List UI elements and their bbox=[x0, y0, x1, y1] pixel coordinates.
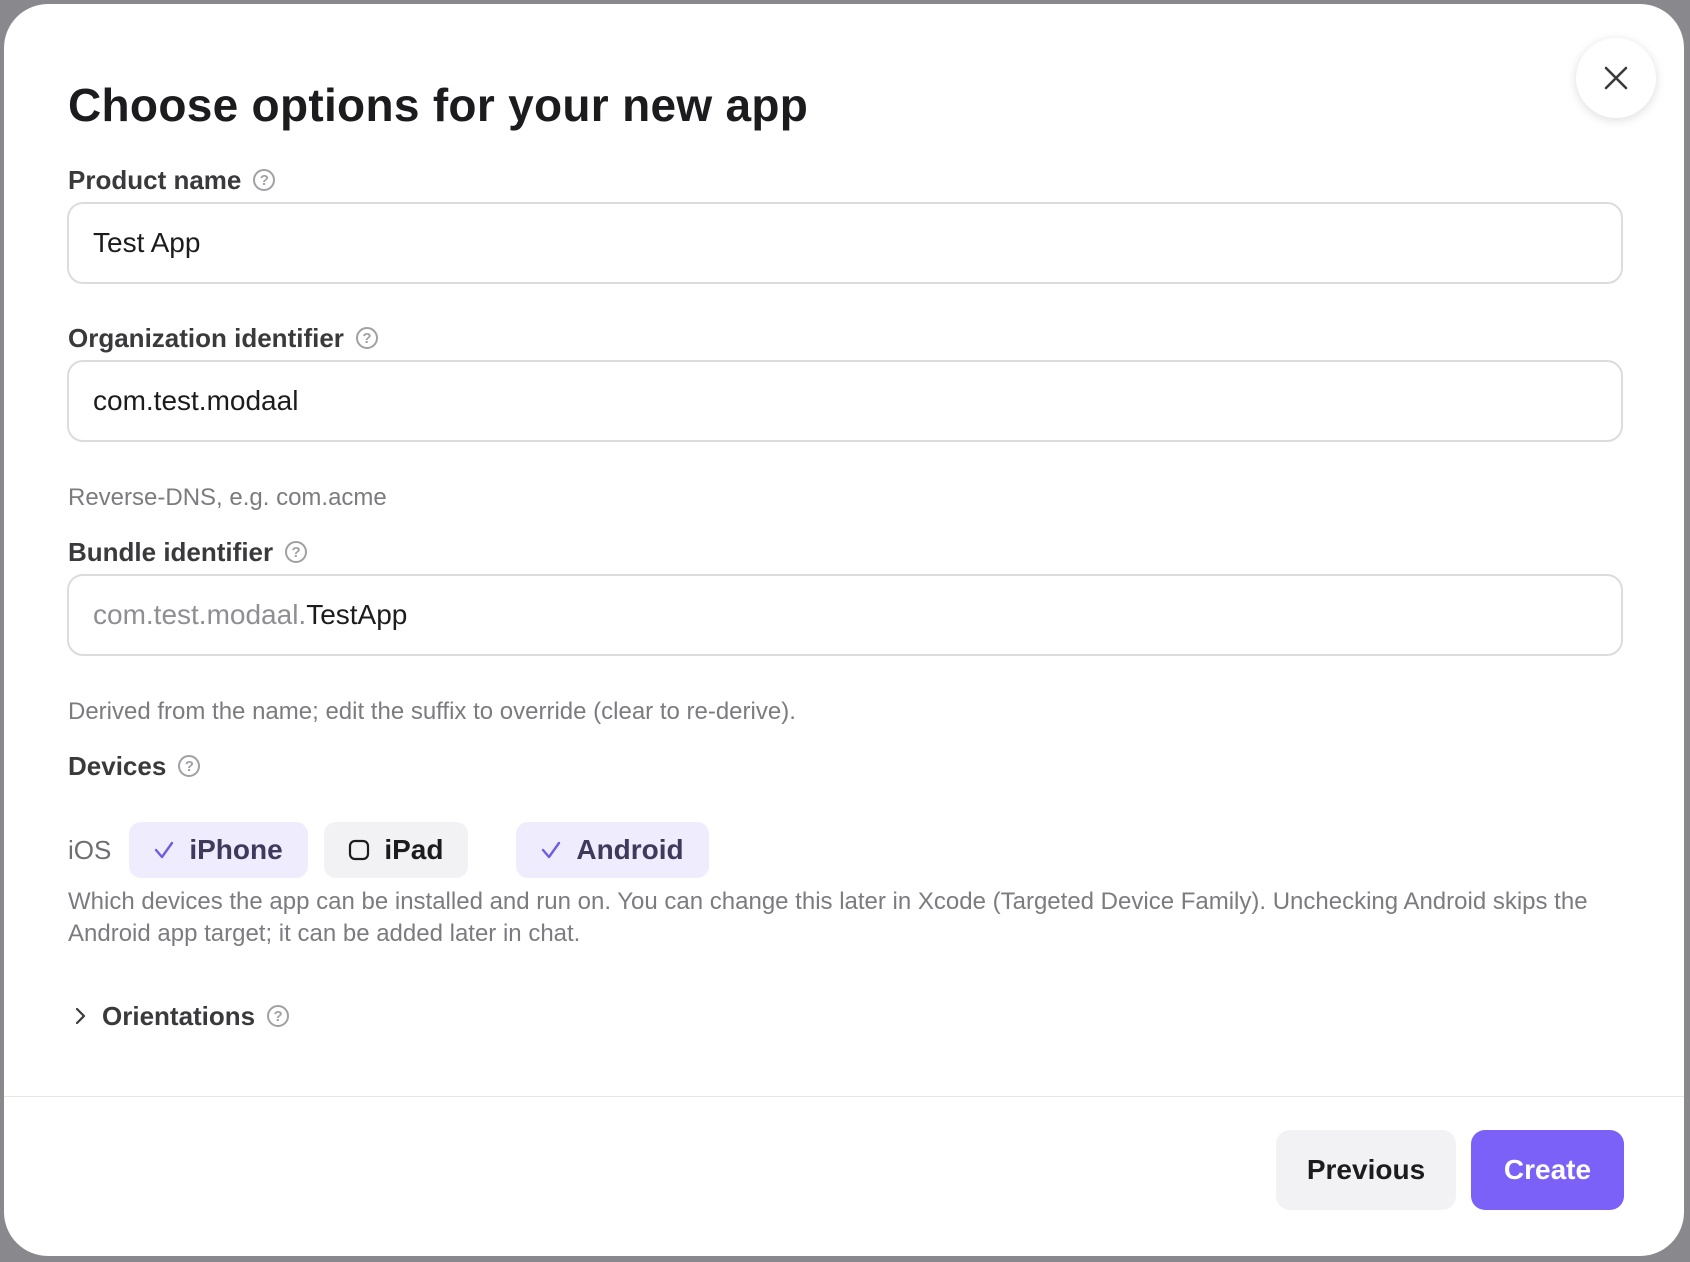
new-app-options-dialog: Choose options for your new app Product … bbox=[4, 4, 1684, 1256]
checkbox-empty-icon bbox=[348, 839, 370, 861]
checkmark-icon bbox=[540, 840, 562, 860]
product-name-input[interactable]: Test App bbox=[67, 202, 1623, 284]
device-option-android[interactable]: Android bbox=[516, 822, 710, 878]
bundle-identifier-suffix[interactable]: TestApp bbox=[306, 599, 407, 631]
orientations-disclosure[interactable]: Orientations ? bbox=[74, 998, 290, 1034]
organization-identifier-value: com.test.modaal bbox=[93, 385, 299, 416]
bundle-identifier-hint: Derived from the name; edit the suffix t… bbox=[68, 698, 796, 725]
help-icon[interactable]: ? bbox=[253, 169, 276, 191]
dialog-title: Choose options for your new app bbox=[68, 79, 809, 131]
previous-button[interactable]: Previous bbox=[1276, 1130, 1456, 1210]
orientations-label: Orientations bbox=[102, 1000, 256, 1031]
help-icon[interactable]: ? bbox=[267, 1005, 290, 1027]
device-option-ipad[interactable]: iPad bbox=[324, 822, 469, 878]
bundle-identifier-prefix: com.test.modaal. bbox=[93, 599, 307, 630]
help-icon[interactable]: ? bbox=[355, 327, 378, 349]
product-name-value: Test App bbox=[93, 227, 201, 258]
device-options: iOS iPhone iPad Android bbox=[68, 822, 710, 878]
footer-divider bbox=[4, 1096, 1684, 1097]
ios-platform-label: iOS bbox=[68, 834, 112, 865]
device-option-iphone[interactable]: iPhone bbox=[129, 822, 309, 878]
organization-identifier-input[interactable]: com.test.modaal bbox=[67, 360, 1623, 442]
close-button[interactable] bbox=[1576, 38, 1656, 118]
help-icon[interactable]: ? bbox=[178, 755, 201, 777]
bundle-identifier-label: Bundle identifier ? bbox=[68, 536, 308, 568]
devices-label: Devices ? bbox=[68, 750, 201, 782]
chevron-right-icon bbox=[74, 1007, 86, 1025]
bundle-identifier-input[interactable]: com.test.modaal. TestApp bbox=[67, 574, 1623, 656]
create-button[interactable]: Create bbox=[1471, 1130, 1624, 1210]
organization-identifier-hint: Reverse-DNS, e.g. com.acme bbox=[68, 484, 387, 511]
product-name-label: Product name ? bbox=[68, 164, 276, 196]
organization-identifier-label: Organization identifier ? bbox=[68, 322, 378, 354]
close-icon bbox=[1604, 66, 1628, 90]
help-icon[interactable]: ? bbox=[285, 541, 308, 563]
checkmark-icon bbox=[153, 840, 175, 860]
devices-hint: Which devices the app can be installed a… bbox=[68, 888, 1588, 947]
